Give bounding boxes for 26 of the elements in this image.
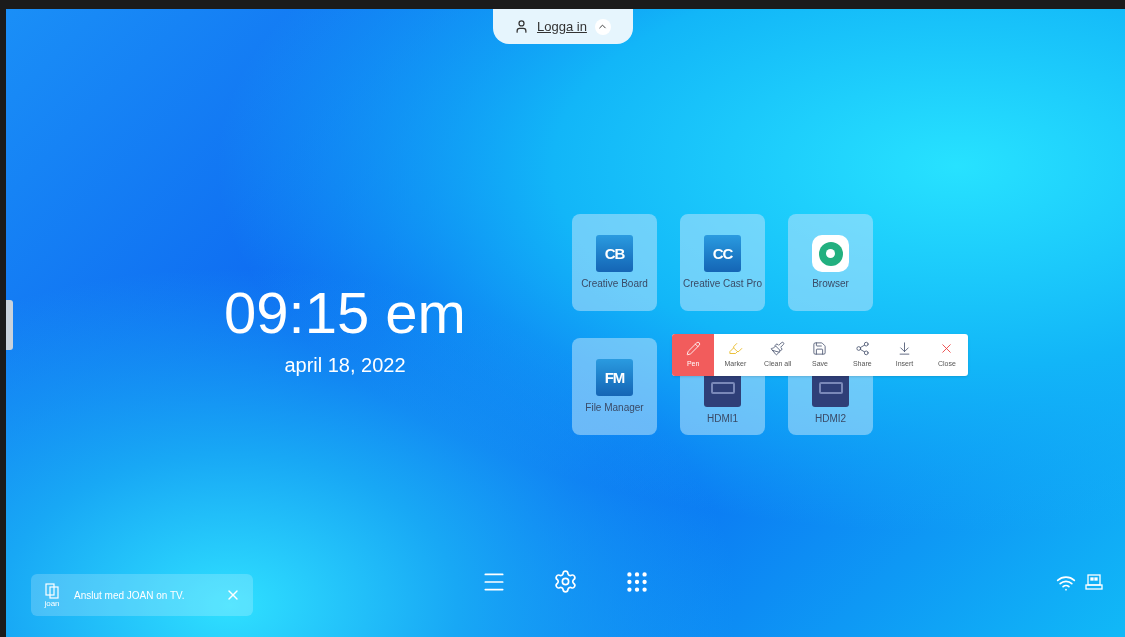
app-tile[interactable]: CC Creative Cast Pro <box>680 214 765 311</box>
joan-logo-icon <box>44 582 60 599</box>
share-icon <box>854 340 870 356</box>
highlighter-icon <box>727 340 743 356</box>
clock-time: 09:15 em <box>224 279 466 346</box>
pencil-icon <box>685 340 701 356</box>
app-tile[interactable]: FM File Manager <box>572 338 657 435</box>
login-button[interactable]: Logga in <box>492 9 633 44</box>
logo-caption: joan <box>44 598 60 608</box>
toast-message: Anslut med JOAN on TV. <box>74 588 186 603</box>
app-tile[interactable]: CB Creative Board <box>572 214 657 311</box>
wifi-icon <box>1056 573 1076 593</box>
apps-grid-icon[interactable] <box>624 569 650 595</box>
usb-device-icon <box>1085 573 1103 591</box>
clock-date: april 18, 2022 <box>284 352 406 378</box>
settings-icon[interactable] <box>553 569 578 594</box>
user-icon <box>514 19 530 34</box>
brush-icon <box>770 340 786 356</box>
app-tile[interactable]: Browser <box>788 214 873 311</box>
browser-icon <box>812 235 849 272</box>
app-icon: FM <box>596 359 633 396</box>
app-icon: CC <box>704 235 741 272</box>
hdmi-port-icon <box>812 376 849 407</box>
app-icon: CB <box>596 235 633 272</box>
hdmi-port-icon <box>704 376 741 407</box>
side-handle[interactable] <box>6 300 13 350</box>
